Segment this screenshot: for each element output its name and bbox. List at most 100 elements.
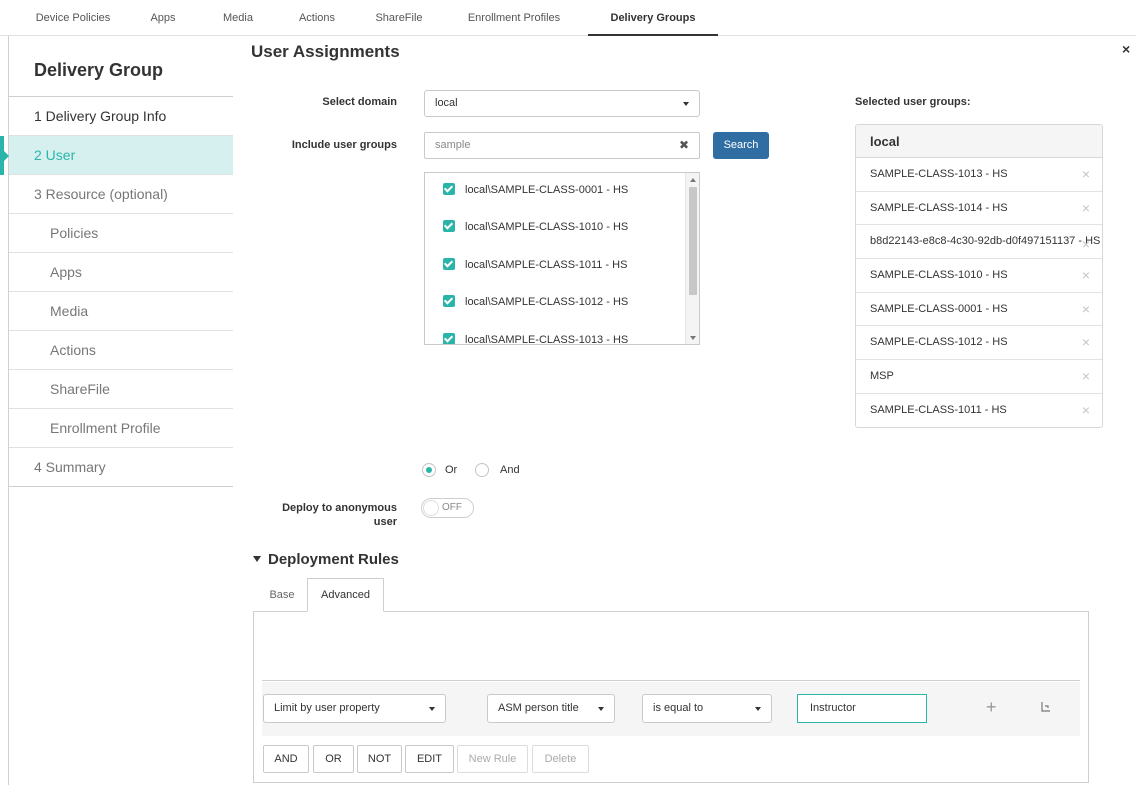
sidebar-item-user[interactable]: 2 User xyxy=(0,136,233,175)
selected-group-row: SAMPLE-CLASS-1011 - HS × xyxy=(856,394,1102,427)
sidebar-item-enrollment-profile[interactable]: Enrollment Profile xyxy=(9,409,233,448)
chevron-down-icon xyxy=(429,706,435,711)
remove-icon[interactable]: × xyxy=(1082,293,1090,326)
sidebar-item-apps[interactable]: Apps xyxy=(9,253,233,292)
select-domain-label: Select domain xyxy=(322,96,397,108)
sidebar-item-delivery-group-info[interactable]: 1 Delivery Group Info xyxy=(9,97,233,136)
group-list[interactable]: local\SAMPLE-CLASS-0001 - HS local\SAMPL… xyxy=(424,172,700,345)
and-button[interactable]: AND xyxy=(263,745,309,773)
radio-or-label: Or xyxy=(445,464,458,476)
list-item-label: local\SAMPLE-CLASS-1010 - HS xyxy=(465,221,629,233)
rule-divider xyxy=(262,680,1080,681)
chevron-down-icon xyxy=(683,101,689,106)
domain-select-value: local xyxy=(435,97,458,109)
or-button[interactable]: OR xyxy=(313,745,354,773)
scroll-up-icon[interactable] xyxy=(690,178,696,182)
sidebar-title: Delivery Group xyxy=(9,37,233,97)
tab-delivery-groups[interactable]: Delivery Groups xyxy=(588,0,718,36)
list-item[interactable]: local\SAMPLE-CLASS-1012 - HS xyxy=(443,294,628,310)
selected-groups-header: local xyxy=(856,125,1102,158)
tab-advanced[interactable]: Advanced xyxy=(307,578,384,612)
edit-button[interactable]: EDIT xyxy=(405,745,454,773)
checkbox-checked-icon[interactable] xyxy=(443,295,455,307)
list-item-label: local\SAMPLE-CLASS-0001 - HS xyxy=(465,184,629,196)
list-scrollbar[interactable] xyxy=(685,173,699,344)
chevron-down-icon xyxy=(755,706,761,711)
remove-icon[interactable]: × xyxy=(1082,259,1090,292)
property-select[interactable]: ASM person title xyxy=(487,694,615,723)
delete-button[interactable]: Delete xyxy=(532,745,589,773)
selected-groups-panel: local SAMPLE-CLASS-1013 - HS × SAMPLE-CLA… xyxy=(855,124,1103,428)
list-item[interactable]: local\SAMPLE-CLASS-1011 - HS xyxy=(443,257,627,273)
scroll-down-icon[interactable] xyxy=(690,336,696,340)
checkbox-checked-icon[interactable] xyxy=(443,220,455,232)
remove-icon[interactable]: × xyxy=(1082,158,1090,191)
selected-group-row: MSP × xyxy=(856,360,1102,394)
selected-group-label: SAMPLE-CLASS-1012 - HS xyxy=(870,336,1008,349)
sidebar-item-sharefile[interactable]: ShareFile xyxy=(9,370,233,409)
operator-value: is equal to xyxy=(653,702,704,714)
limit-by-select[interactable]: Limit by user property xyxy=(263,694,446,723)
checkbox-checked-icon[interactable] xyxy=(443,333,455,344)
sidebar-item-actions[interactable]: Actions xyxy=(9,331,233,370)
selected-group-row: b8d22143-e8c8-4c30-92db-d0f497151137 - H… xyxy=(856,225,1102,260)
group-search-input[interactable]: sample ✖ xyxy=(424,132,700,159)
operator-select[interactable]: is equal to xyxy=(642,694,772,723)
remove-icon[interactable]: × xyxy=(1082,360,1090,393)
selected-group-label: SAMPLE-CLASS-0001 - HS xyxy=(870,302,1008,315)
tab-actions[interactable]: Actions xyxy=(290,0,344,36)
tab-media[interactable]: Media xyxy=(214,0,262,36)
selected-group-row: SAMPLE-CLASS-1013 - HS × xyxy=(856,158,1102,192)
tab-apps[interactable]: Apps xyxy=(140,0,186,36)
sidebar-item-policies[interactable]: Policies xyxy=(9,214,233,253)
selected-group-label: SAMPLE-CLASS-1014 - HS xyxy=(870,201,1008,214)
list-item[interactable]: local\SAMPLE-CLASS-1013 - HS xyxy=(443,332,629,345)
list-item-label: local\SAMPLE-CLASS-1013 - HS xyxy=(465,334,629,345)
property-value: ASM person title xyxy=(498,702,579,714)
new-rule-button[interactable]: New Rule xyxy=(457,745,528,773)
group-search-value: sample xyxy=(435,139,471,151)
tab-base[interactable]: Base xyxy=(257,580,307,611)
subrule-icon[interactable] xyxy=(1041,702,1051,712)
clear-icon[interactable]: ✖ xyxy=(679,133,689,158)
tab-enrollment-profiles[interactable]: Enrollment Profiles xyxy=(458,0,570,36)
selected-group-label: SAMPLE-CLASS-1010 - HS xyxy=(870,269,1008,282)
remove-icon[interactable]: × xyxy=(1082,192,1090,225)
list-item[interactable]: local\SAMPLE-CLASS-1010 - HS xyxy=(443,219,628,235)
remove-icon[interactable]: × xyxy=(1082,235,1090,253)
rule-value-text: Instructor xyxy=(810,702,856,714)
toggle-label: OFF xyxy=(442,502,462,513)
remove-icon[interactable]: × xyxy=(1082,326,1090,359)
limit-by-value: Limit by user property xyxy=(274,702,380,714)
not-button[interactable]: NOT xyxy=(357,745,402,773)
radio-or[interactable] xyxy=(422,463,436,477)
rule-value-input[interactable]: Instructor xyxy=(797,694,927,723)
list-item[interactable]: local\SAMPLE-CLASS-0001 - HS xyxy=(443,182,628,198)
triangle-down-icon[interactable] xyxy=(253,556,261,562)
close-icon[interactable]: × xyxy=(1122,41,1130,57)
selected-groups-title: Selected user groups: xyxy=(855,96,971,108)
include-groups-label: Include user groups xyxy=(291,139,397,151)
deployment-rules-title[interactable]: Deployment Rules xyxy=(253,551,399,568)
sidebar-item-resource[interactable]: 3 Resource (optional) xyxy=(9,175,233,214)
sidebar-item-media[interactable]: Media xyxy=(9,292,233,331)
list-item-label: local\SAMPLE-CLASS-1011 - HS xyxy=(465,259,628,271)
remove-icon[interactable]: × xyxy=(1082,394,1090,427)
domain-select[interactable]: local xyxy=(424,90,700,117)
search-button[interactable]: Search xyxy=(713,132,769,159)
list-item-label: local\SAMPLE-CLASS-1012 - HS xyxy=(465,296,629,308)
selected-group-row: SAMPLE-CLASS-1014 - HS × xyxy=(856,192,1102,226)
checkbox-checked-icon[interactable] xyxy=(443,183,455,195)
sidebar-item-summary[interactable]: 4 Summary xyxy=(9,448,233,487)
deploy-anonymous-toggle[interactable]: OFF xyxy=(421,498,474,518)
deploy-anonymous-label: Deploy to anonymous user xyxy=(250,501,397,529)
checkbox-checked-icon[interactable] xyxy=(443,258,455,270)
tab-sharefile[interactable]: ShareFile xyxy=(368,0,430,36)
top-nav: Device Policies Apps Media Actions Share… xyxy=(0,0,1136,36)
scroll-thumb[interactable] xyxy=(689,187,697,295)
radio-and-label: And xyxy=(500,464,520,476)
selected-group-row: SAMPLE-CLASS-1012 - HS × xyxy=(856,326,1102,361)
radio-and[interactable] xyxy=(475,463,489,477)
tab-device-policies[interactable]: Device Policies xyxy=(25,0,121,36)
add-rule-icon[interactable]: + xyxy=(986,697,997,718)
